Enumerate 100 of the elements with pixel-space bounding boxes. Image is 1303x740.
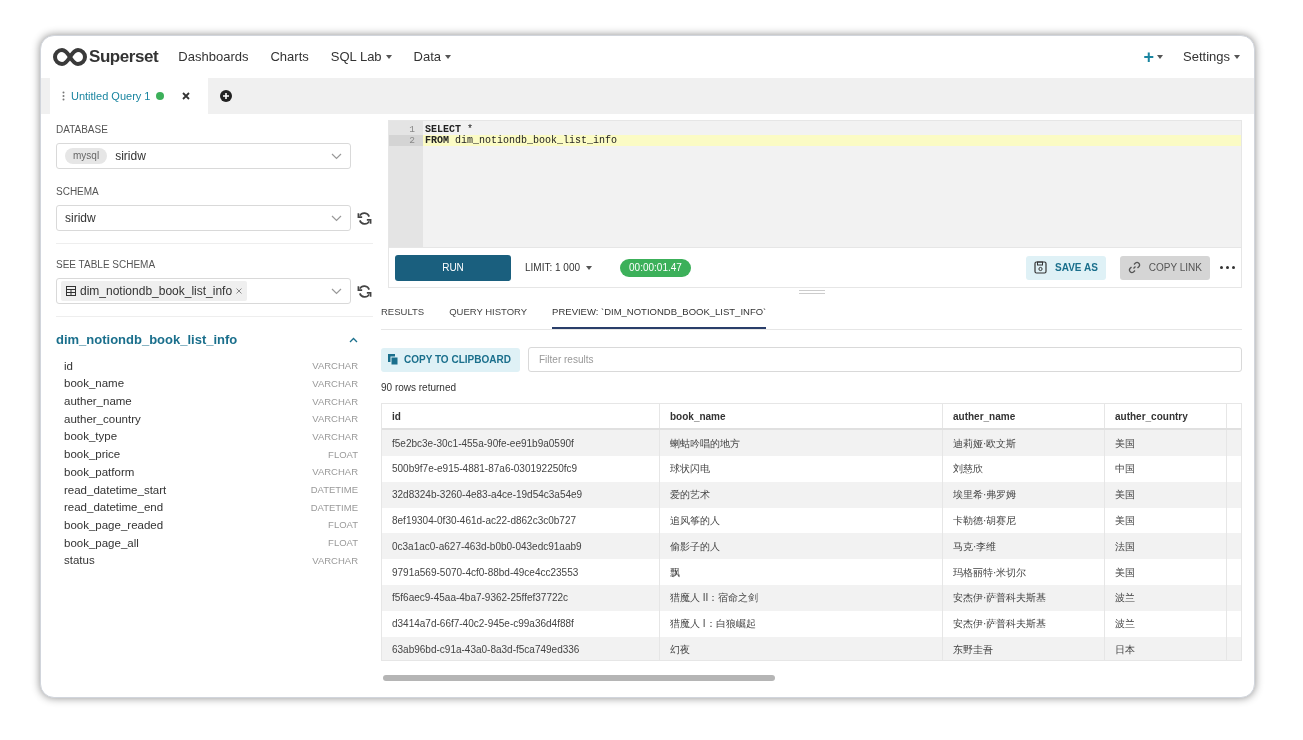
field-label: SEE TABLE SCHEMA: [56, 258, 157, 272]
new-button[interactable]: +: [1143, 43, 1163, 71]
table-cell: 63ab96bd-c91a-43a0-8a3d-f5ca749ed336: [382, 636, 660, 661]
add-tab-icon[interactable]: [220, 90, 232, 102]
chevron-down-icon: [331, 152, 342, 160]
table-cell: 安杰伊·萨普科夫斯基: [943, 610, 1105, 637]
column-type: FLOAT: [328, 518, 358, 533]
copy-link-button[interactable]: COPY LINK: [1119, 255, 1210, 280]
code-line: FROM dim_notiondb_book_list_info: [424, 135, 618, 146]
filter-input[interactable]: Filter results: [528, 347, 1242, 373]
table-cell: 波兰: [1105, 610, 1227, 637]
drag-handle-icon[interactable]: [62, 91, 65, 101]
save-icon: [1034, 261, 1048, 274]
column-name: book_patform: [64, 464, 135, 480]
table-cell: d3414a7d-66f7-40c2-945e-c99a36d4f88f: [382, 610, 660, 637]
column-name: id: [64, 358, 73, 374]
column-name: book_page_all: [64, 535, 139, 551]
close-icon[interactable]: [182, 92, 190, 100]
field-label: DATABASE: [56, 123, 109, 137]
caret-icon: [1234, 55, 1240, 59]
tab-title: Untitled Query 1: [71, 88, 151, 104]
table-cell: 中国: [1105, 456, 1227, 482]
column-type: VARCHAR: [312, 359, 358, 374]
table-tag: dim_notiondb_book_list_info: [61, 281, 248, 301]
clipboard-icon: [388, 354, 398, 366]
column-type: VARCHAR: [312, 553, 358, 568]
table-cell: 幻夜: [660, 636, 943, 661]
caret-icon: [586, 265, 593, 270]
table-cell: 刘慈欣: [943, 456, 1105, 482]
column-type: DATETIME: [310, 500, 358, 515]
database-select[interactable]: mysql siridw: [56, 143, 351, 169]
column-name: book_name: [64, 376, 125, 392]
timer-badge: 00:00:01.47: [620, 258, 691, 277]
result-tab[interactable]: PREVIEW: `DIM_NOTIONDB_BOOK_LIST_INFO`: [552, 305, 767, 330]
column-name: auther_name: [64, 394, 132, 410]
column-header: auther_country: [1105, 404, 1227, 429]
column-name: book_price: [64, 447, 121, 463]
column-name: read_datetime_start: [64, 482, 167, 498]
column-header: id: [382, 404, 660, 429]
link-icon: [1127, 261, 1141, 274]
column-type: VARCHAR: [312, 376, 358, 391]
resize-handle-icon[interactable]: [798, 289, 825, 294]
table-cell: 500b9f7e-e915-4881-87a6-030192250fc9: [382, 456, 660, 482]
line-number: 1: [408, 124, 416, 135]
more-options-icon[interactable]: [1220, 266, 1235, 269]
collapse-icon[interactable]: [349, 336, 358, 343]
settings-menu[interactable]: Settings: [1183, 47, 1240, 67]
chevron-down-icon: [331, 214, 342, 222]
column-type: VARCHAR: [312, 465, 358, 480]
rows-count: 90 rows returned: [381, 381, 458, 396]
code-editor[interactable]: 1 2 SELECT * FROM dim_notiondb_book_list_info: [388, 120, 1242, 248]
caret-icon: [1157, 55, 1163, 59]
table-cell: 日本: [1105, 636, 1227, 661]
column-header: auther_name: [943, 404, 1105, 429]
table-cell: 球状闪电: [660, 456, 943, 482]
schema-select[interactable]: siridw: [56, 205, 351, 231]
table-cell: 猎魔人 I：白狼崛起: [660, 610, 943, 637]
chevron-down-icon: [331, 287, 342, 295]
code-line: SELECT *: [424, 124, 474, 135]
table-select[interactable]: dim_notiondb_book_list_info: [56, 278, 351, 304]
table-cell: 美国: [1105, 481, 1227, 508]
nav-menu-item[interactable]: Charts: [270, 47, 309, 67]
copy-to-clipboard-button[interactable]: COPY TO CLIPBOARD: [381, 347, 520, 372]
table-cell: 猎魔人 II：宿命之剑: [660, 585, 943, 611]
table-cell: 东野圭吾: [943, 636, 1105, 661]
table-name: dim_notiondb_book_list_info: [56, 331, 238, 349]
query-tab[interactable]: Untitled Query 1: [50, 78, 208, 114]
table-cell: 安杰伊·萨普科夫斯基: [943, 585, 1105, 611]
refresh-icon[interactable]: [357, 283, 372, 299]
nav-menu-item[interactable]: Dashboards: [178, 47, 249, 67]
result-tab[interactable]: QUERY HISTORY: [449, 305, 528, 330]
column-type: FLOAT: [328, 447, 358, 462]
status-dot-icon: [156, 92, 165, 100]
column-type: VARCHAR: [312, 394, 358, 409]
logo-text[interactable]: Superset: [89, 44, 159, 70]
table-cell: 爱的艺术: [660, 481, 943, 508]
column-header: book_name: [660, 404, 943, 429]
caret-icon: [385, 55, 392, 59]
column-type: FLOAT: [328, 536, 358, 551]
line-number: 2: [389, 135, 423, 146]
scrollbar-thumb[interactable]: [383, 675, 775, 682]
caret-icon: [445, 55, 452, 59]
column-name: status: [64, 553, 95, 569]
nav-menu-item[interactable]: Data: [413, 47, 452, 67]
run-button[interactable]: RUN: [395, 254, 511, 281]
logo-icon: [53, 48, 87, 66]
table-icon: [66, 286, 76, 296]
table-cell: 埃里希·弗罗姆: [943, 481, 1105, 508]
refresh-icon[interactable]: [357, 210, 372, 226]
column-type: VARCHAR: [312, 429, 358, 444]
result-tab[interactable]: RESULTS: [381, 305, 425, 330]
column-name: book_type: [64, 429, 118, 445]
column-name: auther_country: [64, 411, 141, 427]
table-cell: 波兰: [1105, 585, 1227, 611]
save-as-button[interactable]: SAVE AS: [1026, 255, 1106, 280]
limit-dropdown[interactable]: LIMIT: 1 000: [525, 260, 593, 275]
database-badge: mysql: [65, 148, 108, 164]
remove-icon[interactable]: [236, 288, 243, 294]
nav-menu-item[interactable]: SQL Lab: [330, 47, 392, 67]
column-type: VARCHAR: [312, 412, 358, 427]
